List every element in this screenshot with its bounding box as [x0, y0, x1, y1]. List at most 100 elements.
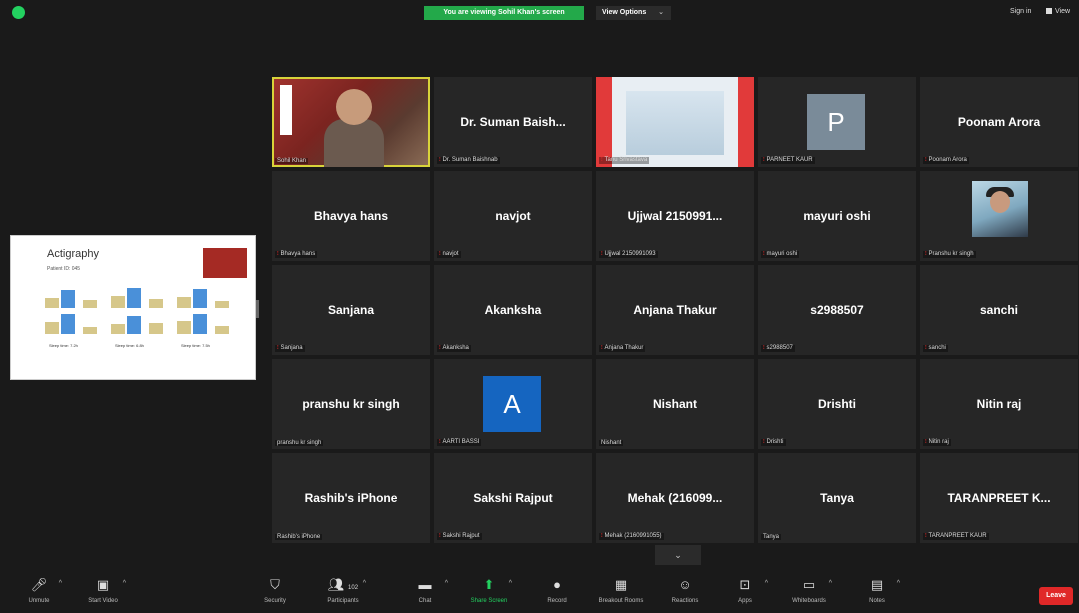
participant-display-name: Drishti	[817, 397, 856, 411]
participant-display-name: pranshu kr singh	[302, 397, 400, 411]
participant-name-label: ⫶ PARNEET KAUR	[761, 157, 815, 164]
chevron-up-icon[interactable]: ^	[445, 580, 448, 587]
leave-button[interactable]: Leave	[1039, 587, 1073, 605]
chevron-down-icon[interactable]: ⌄	[655, 545, 701, 565]
participant-tile[interactable]: sanchi ⫶ sanchi	[920, 265, 1078, 355]
shared-screen-panel[interactable]: Actigraphy Patient ID: 045 Sleep time: 7…	[10, 235, 256, 380]
view-button-label: View	[1055, 8, 1071, 15]
breakout-rooms-button[interactable]: ▦ Breakout Rooms	[590, 576, 652, 604]
participant-tile[interactable]: A ⫶ AARTI BASSI	[434, 359, 592, 449]
participant-tile[interactable]: Mehak (216099... ⫶ Mehak (2160991055)	[596, 453, 754, 543]
mic-muted-icon: ⫶	[277, 345, 279, 351]
participant-display-name: Mehak (216099...	[627, 491, 723, 505]
reactions-icon: ☺	[678, 577, 692, 592]
apps-button[interactable]: ⊡ ^ Apps	[714, 576, 776, 604]
participant-tile[interactable]: Bhavya hans ⫶ Bhavya hans	[272, 171, 430, 261]
participant-name-label: ⫶ Ujjwal 2150991093	[599, 251, 658, 258]
chevron-up-icon[interactable]: ^	[897, 580, 900, 587]
participant-tile[interactable]: ⫶ Pranshu kr singh	[920, 171, 1078, 261]
view-options-button[interactable]: View Options ⌄	[596, 6, 671, 20]
security-status-icon[interactable]	[12, 6, 25, 19]
participant-display-name: Sanjana	[327, 303, 375, 317]
participant-name-label: ⫶ Sanjana	[275, 345, 305, 352]
person-head	[336, 89, 372, 125]
participant-name-label: ⫶ Dr. Suman Baishnab	[437, 157, 500, 164]
participant-tile[interactable]: Dr. Suman Baish... ⫶ Dr. Suman Baishnab	[434, 77, 592, 167]
shared-slide-title: Actigraphy	[47, 248, 99, 260]
panel-splitter-handle[interactable]	[256, 300, 259, 318]
sign-in-link[interactable]: Sign in	[1010, 8, 1031, 15]
chevron-up-icon[interactable]: ^	[363, 580, 366, 587]
participant-tile[interactable]: Sanjana ⫶ Sanjana	[272, 265, 430, 355]
whiteboards-button[interactable]: ▭ ^ Whiteboards	[778, 576, 840, 604]
viewing-banner: You are viewing Sohil Khan's screen	[424, 6, 584, 20]
participant-tile[interactable]: Poonam Arora ⫶ Poonam Arora	[920, 77, 1078, 167]
record-button[interactable]: ● Record	[526, 576, 588, 604]
mic-muted-icon: ⫶	[925, 157, 927, 163]
participant-tile[interactable]: pranshu kr singh pranshu kr singh	[272, 359, 430, 449]
participant-name-label: ⫶ s2988507	[761, 345, 795, 352]
participant-tile[interactable]: Ujjwal 2150991... ⫶ Ujjwal 2150991093	[596, 171, 754, 261]
participant-tile[interactable]: Akanksha ⫶ Akanksha	[434, 265, 592, 355]
participant-tile[interactable]: Drishti ⫶ Drishti	[758, 359, 916, 449]
participant-tile[interactable]: TARANPREET K... ⫶ TARANPREET KAUR	[920, 453, 1078, 543]
view-options-label: View Options	[602, 9, 647, 16]
top-bar: You are viewing Sohil Khan's screen View…	[0, 0, 1079, 26]
chevron-up-icon[interactable]: ^	[829, 580, 832, 587]
mic-muted-icon: ⫶	[601, 345, 603, 351]
participant-tile[interactable]: P ⫶ PARNEET KAUR	[758, 77, 916, 167]
participant-tile[interactable]: ⫶ Tanu Srivastava	[596, 77, 754, 167]
mic-muted-icon: ⫶	[601, 157, 603, 163]
participant-tile[interactable]: s2988507 ⫶ s2988507	[758, 265, 916, 355]
participant-tile[interactable]: mayuri oshi ⫶ mayuri oshi	[758, 171, 916, 261]
participant-name-label: ⫶ Drishti	[761, 439, 786, 446]
share-screen-button[interactable]: ⬆ ^ Share Screen	[458, 576, 520, 604]
participant-display-name: Nitin raj	[976, 397, 1022, 411]
view-button[interactable]: View	[1046, 8, 1070, 15]
chevron-up-icon[interactable]: ^	[59, 580, 62, 587]
participant-tile[interactable]: Sohil Khan	[272, 77, 430, 167]
participant-tile[interactable]: Nishant Nishant	[596, 359, 754, 449]
reactions-button[interactable]: ☺ Reactions	[654, 576, 716, 604]
notes-button[interactable]: ▤ ^ Notes	[846, 576, 908, 604]
chevron-up-icon[interactable]: ^	[765, 580, 768, 587]
chevron-up-icon[interactable]: ^	[123, 580, 126, 587]
mic-muted-icon: ⫶	[763, 157, 765, 163]
participants-count: 102	[348, 585, 359, 591]
security-label: Security	[264, 598, 286, 604]
participant-tile[interactable]: navjot ⫶ navjot	[434, 171, 592, 261]
start-video-button[interactable]: ▣ ^ Start Video	[72, 576, 134, 604]
participant-name-label: Tanya	[761, 534, 782, 540]
start-video-label: Start Video	[88, 598, 118, 604]
meeting-toolbar: 🎤︎ ^ Unmute ▣ ^ Start Video ⛉ Security 👥…	[0, 572, 1079, 613]
participant-display-name: navjot	[495, 209, 531, 223]
mic-muted-icon: ⫶	[763, 251, 765, 257]
participant-display-name: Akanksha	[484, 303, 542, 317]
unmute-button[interactable]: 🎤︎ ^ Unmute	[8, 576, 70, 604]
security-button[interactable]: ⛉ Security	[244, 576, 306, 604]
mic-muted-icon: ⫶	[601, 533, 603, 539]
mic-muted-icon: ⫶	[925, 251, 927, 257]
participant-display-name: Dr. Suman Baish...	[460, 115, 566, 129]
mic-muted-icon: ⫶	[763, 439, 765, 445]
participant-display-name: Sakshi Rajput	[473, 491, 553, 505]
participant-display-name: Bhavya hans	[313, 209, 389, 223]
chat-button[interactable]: ▬ ^ Chat	[394, 576, 456, 604]
mic-muted-icon: ⫶	[439, 533, 441, 539]
participant-display-name: Tanya	[820, 491, 854, 505]
chevron-up-icon[interactable]: ^	[509, 580, 512, 587]
participant-tile[interactable]: Rashib's iPhone Rashib's iPhone	[272, 453, 430, 543]
shared-slide-subtitle: Patient ID: 045	[47, 266, 81, 272]
participant-tile[interactable]: Anjana Thakur ⫶ Anjana Thakur	[596, 265, 754, 355]
participant-name-label: Sohil Khan	[275, 158, 309, 164]
participant-tile[interactable]: Sakshi Rajput ⫶ Sakshi Rajput	[434, 453, 592, 543]
mic-muted-icon: ⫶	[601, 251, 603, 257]
participants-button[interactable]: 👥︎ 102 ^ Participants	[312, 576, 374, 604]
participant-tile[interactable]: Tanya Tanya	[758, 453, 916, 543]
participant-display-name: Poonam Arora	[957, 115, 1041, 129]
participant-name-label: ⫶ sanchi	[923, 345, 948, 352]
avatar	[972, 181, 1028, 237]
chevron-down-icon: ⌄	[658, 9, 665, 16]
participant-name-label: ⫶ TARANPREET KAUR	[923, 533, 989, 540]
participant-tile[interactable]: Nitin raj ⫶ Nitin raj	[920, 359, 1078, 449]
